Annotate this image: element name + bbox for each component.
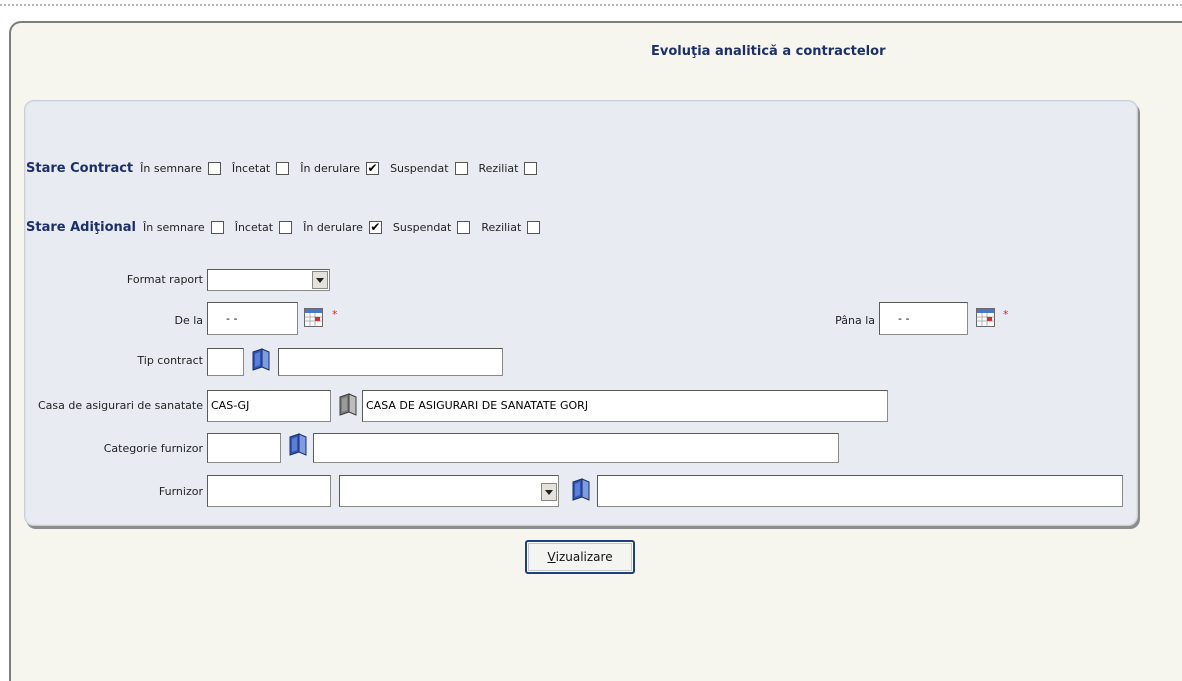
stare-aditional-option-label: În semnare [143,220,205,234]
stare-aditional-option-label: Încetat [234,220,274,234]
vizualizare-label: izualizare [555,550,613,564]
pana-la-required-mark: * [1003,308,1009,321]
pana-la-date-input[interactable]: - - [879,302,968,335]
de-la-label: De la [174,314,203,327]
book-lookup-icon[interactable] [250,348,272,375]
categorie-furnizor-name-input[interactable] [313,433,839,463]
stare-contract-row: Stare Contract În semnare Încetat În der… [26,159,548,177]
de-la-required-mark: * [332,308,338,321]
stare-aditional-row: Stare Adiţional În semnare Încetat În de… [26,218,551,236]
stare-contract-label: Stare Contract [26,160,134,176]
stare-aditional-in-semnare-checkbox[interactable] [210,220,224,234]
top-dotted-divider [0,4,1182,6]
format-raport-label: Format raport [126,273,203,286]
stare-aditional-label: Stare Adiţional [26,219,137,235]
stare-aditional-option-label: În derulare [303,220,363,234]
tip-contract-code-input[interactable] [207,348,244,376]
chevron-down-icon[interactable] [541,483,557,501]
stare-aditional-option-label: Reziliat [481,220,522,234]
casa-asigurari-label: Casa de asigurari de sanatate [37,399,203,412]
stare-contract-option-label: Suspendat [390,161,449,175]
book-lookup-icon[interactable] [570,478,592,505]
casa-asigurari-name-input[interactable]: CASA DE ASIGURARI DE SANATATE GORJ [362,390,888,422]
stare-contract-incetat-checkbox[interactable] [276,161,290,175]
stare-contract-in-semnare-checkbox[interactable] [207,161,221,175]
casa-asigurari-code-input[interactable]: CAS-GJ [207,390,331,422]
calendar-icon[interactable] [304,308,323,330]
furnizor-select[interactable] [339,475,559,507]
stare-contract-option-label: Reziliat [478,161,519,175]
stare-aditional-incetat-checkbox[interactable] [279,220,293,234]
categorie-furnizor-label: Categorie furnizor [103,442,203,455]
pana-la-label: Pâna la [835,314,875,327]
vizualizare-accesskey: V [547,550,556,564]
stare-contract-option-label: Încetat [231,161,271,175]
tip-contract-name-input[interactable] [278,348,503,376]
page-title: Evoluţia analitică a contractelor [651,44,886,59]
de-la-date-input[interactable]: - - [207,302,298,335]
chevron-down-icon[interactable] [312,271,328,289]
stare-aditional-option-label: Suspendat [392,220,452,234]
stare-aditional-reziliat-checkbox[interactable] [527,220,541,234]
tip-contract-label: Tip contract [137,354,203,367]
stare-contract-reziliat-checkbox[interactable] [524,161,538,175]
categorie-furnizor-code-input[interactable] [207,433,281,463]
calendar-icon[interactable] [976,308,995,330]
furnizor-label: Furnizor [158,485,203,498]
vizualizare-button[interactable]: Vizualizare [525,540,635,574]
furnizor-code-input[interactable] [207,475,331,507]
book-lookup-icon[interactable] [337,393,359,420]
furnizor-name-input[interactable] [597,475,1123,507]
stare-aditional-in-derulare-checkbox[interactable]: ✔ [368,220,382,234]
format-raport-select[interactable] [207,269,330,291]
stare-aditional-suspendat-checkbox[interactable] [457,220,471,234]
stare-contract-in-derulare-checkbox[interactable]: ✔ [366,161,380,175]
stare-contract-suspendat-checkbox[interactable] [454,161,468,175]
stare-contract-option-label: În semnare [140,161,202,175]
book-lookup-icon[interactable] [287,433,309,460]
stare-contract-option-label: În derulare [300,161,361,175]
